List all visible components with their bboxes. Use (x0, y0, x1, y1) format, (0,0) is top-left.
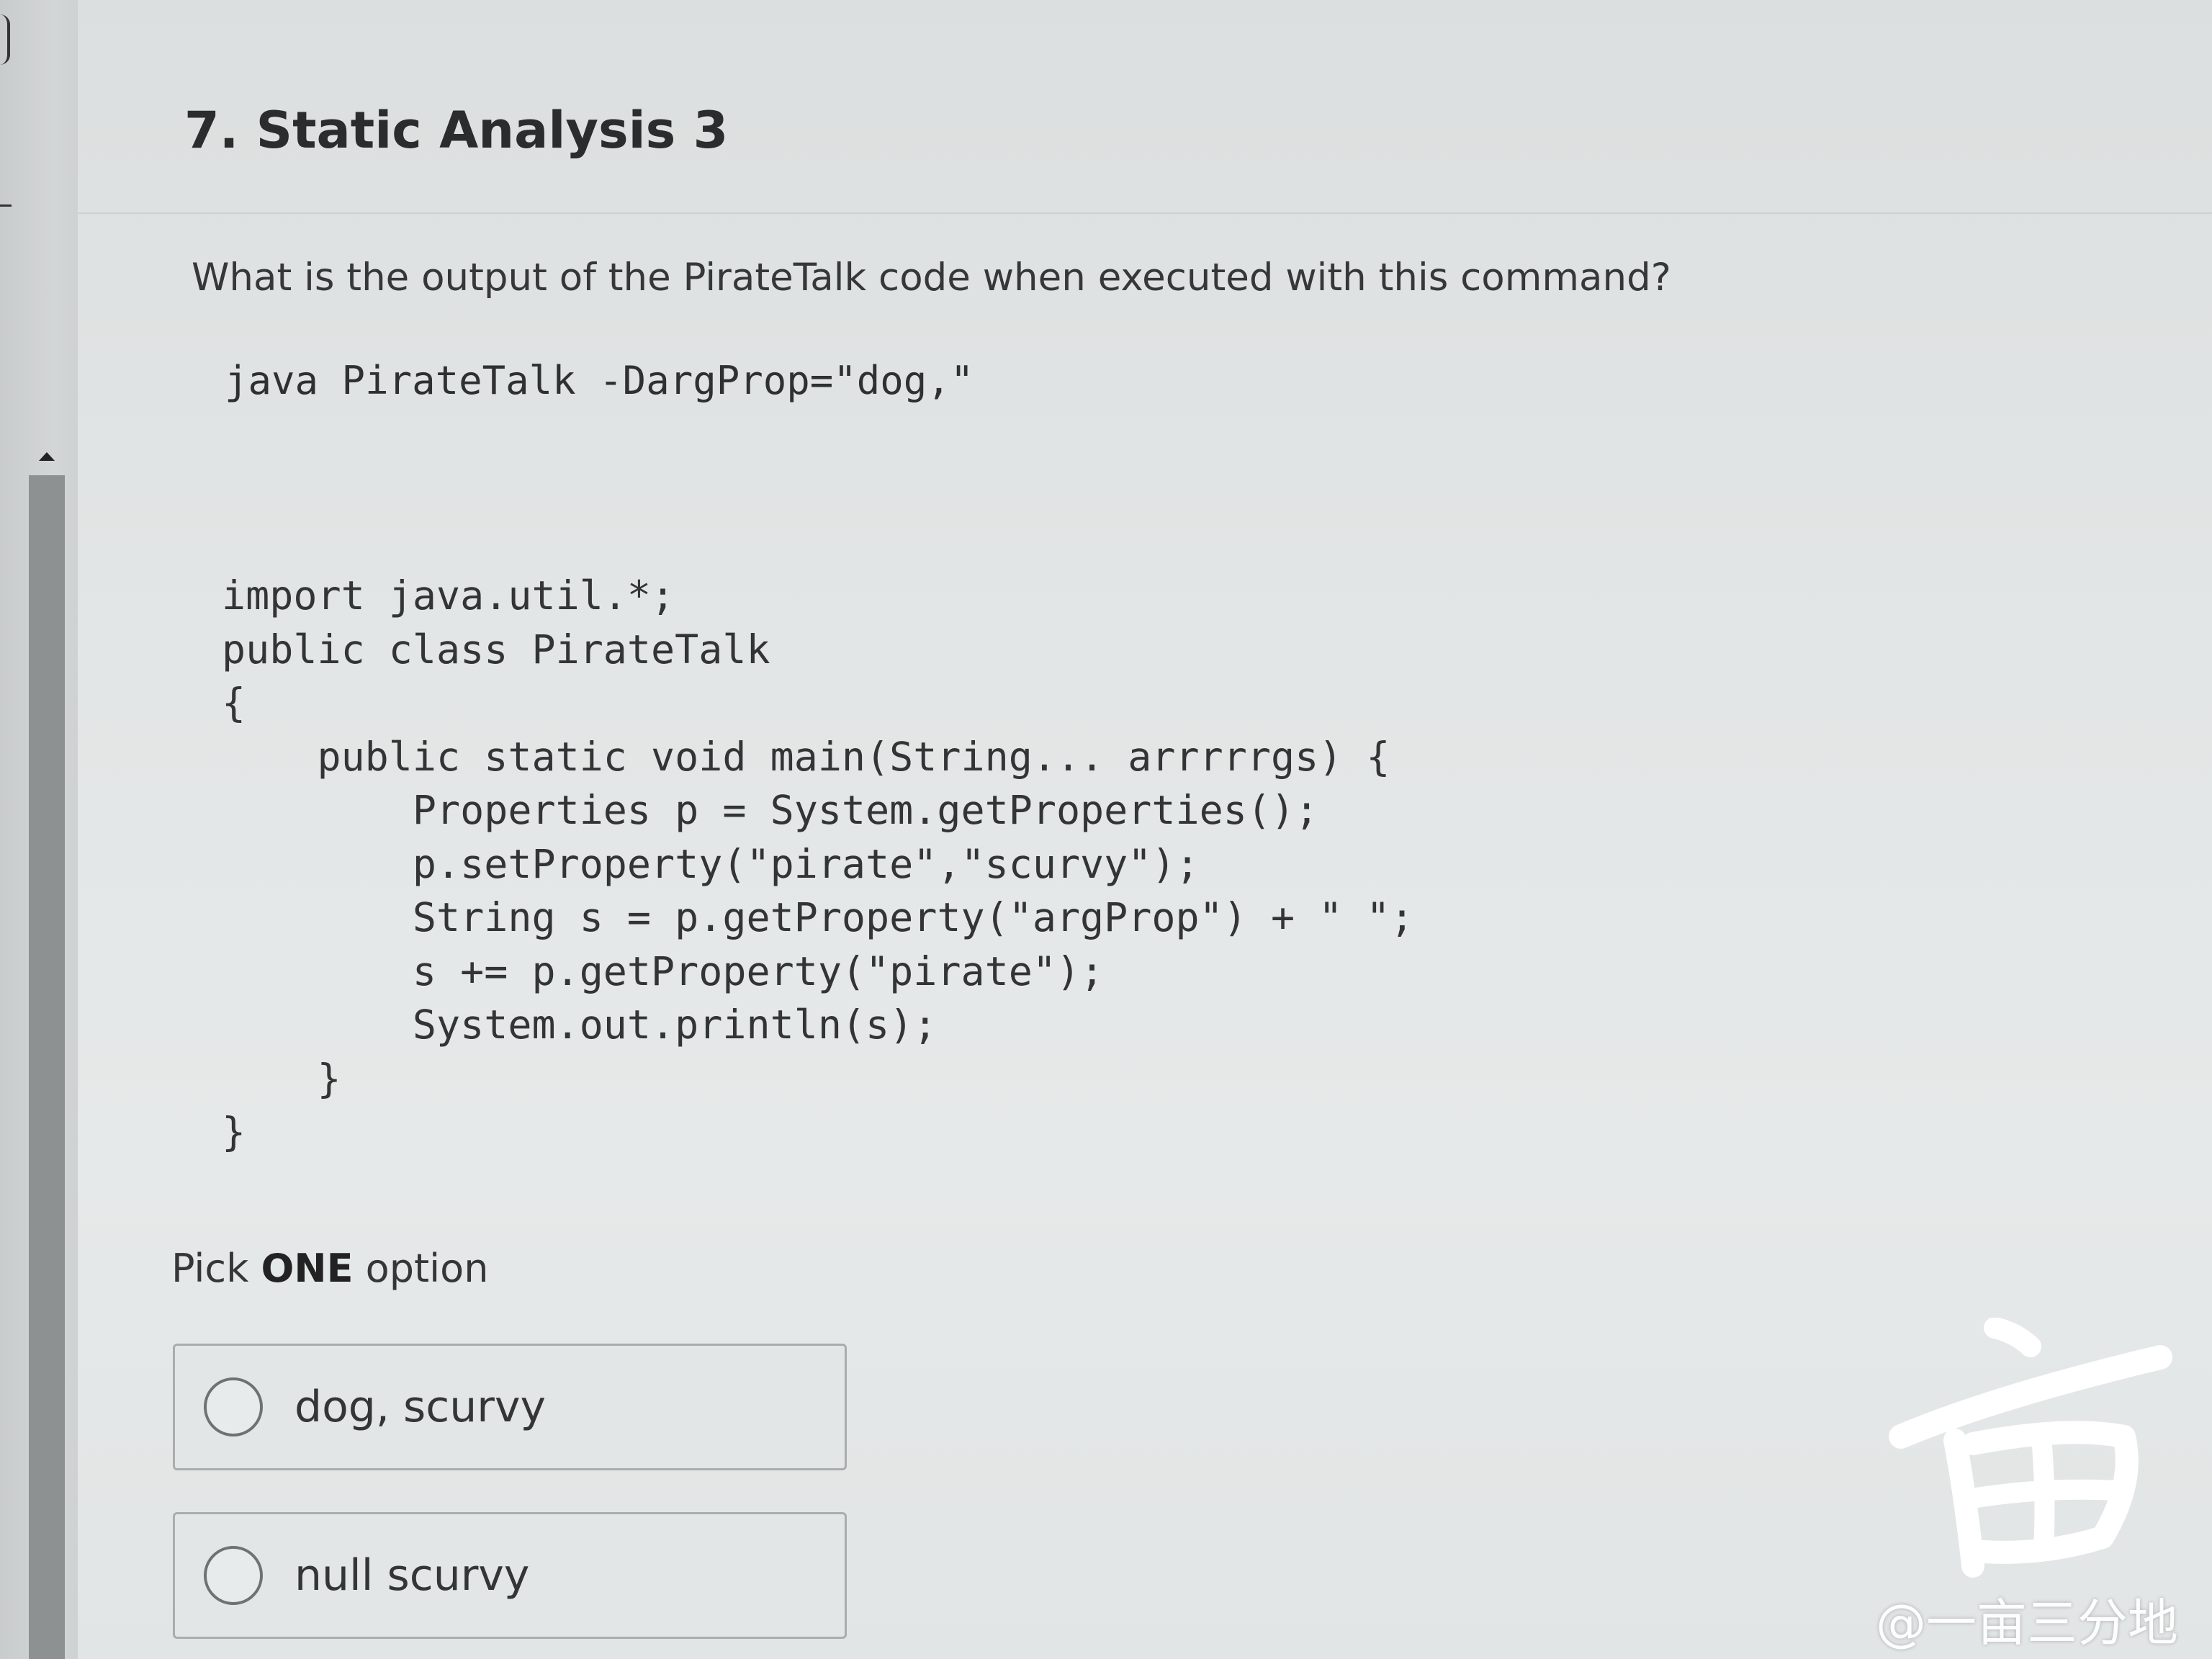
pick-emphasis: ONE (261, 1246, 354, 1291)
code-line: String s = p.getProperty("argProp") + " … (222, 894, 1414, 940)
option-label: dog, scurvy (295, 1382, 546, 1432)
radio-button[interactable] (204, 1546, 263, 1605)
pick-prefix: Pick (171, 1246, 261, 1291)
question-title: 7. Static Analysis 3 (184, 101, 729, 160)
radio-button[interactable] (204, 1377, 263, 1437)
watermark-text: @一亩三分地 (1876, 1593, 2178, 1653)
option-null-scurvy[interactable]: null scurvy (173, 1512, 847, 1639)
code-line: System.out.println(s); (222, 1002, 938, 1048)
left-rail (0, 0, 78, 1659)
code-line: Properties p = System.getProperties(); (222, 787, 1319, 833)
rail-tick (0, 204, 12, 207)
option-label: null scurvy (295, 1550, 530, 1601)
code-line: public class PirateTalk (222, 626, 770, 673)
code-line: { (222, 680, 246, 726)
watermark-logo-icon (1889, 1318, 2172, 1578)
code-line: p.setProperty("pirate","scurvy"); (222, 840, 1200, 887)
command-line: java PirateTalk -DargProp="dog," (225, 358, 974, 403)
rail-edge (0, 14, 10, 65)
code-line: } (222, 1109, 246, 1155)
pick-instruction: Pick ONE option (171, 1246, 488, 1291)
scrollbar-thumb[interactable] (29, 475, 65, 1659)
title-divider (78, 212, 2212, 214)
code-block: import java.util.*; public class PirateT… (222, 569, 1414, 1159)
code-line: s += p.getProperty("pirate"); (222, 948, 1105, 994)
scroll-up-arrow-icon[interactable] (39, 452, 55, 461)
code-line: public static void main(String... arrrrr… (222, 733, 1390, 780)
question-prompt: What is the output of the PirateTalk cod… (192, 256, 1671, 300)
code-line: } (222, 1055, 341, 1102)
option-dog-scurvy[interactable]: dog, scurvy (173, 1344, 847, 1470)
pick-suffix: option (353, 1246, 489, 1291)
code-line: import java.util.*; (222, 572, 675, 619)
